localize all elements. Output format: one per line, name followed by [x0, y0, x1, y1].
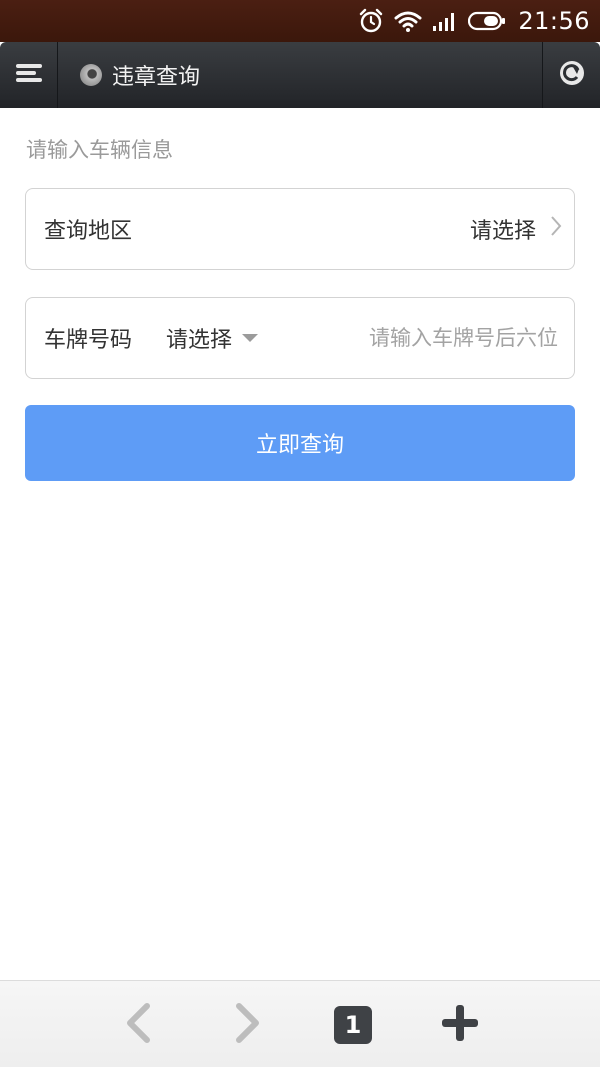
- tabs-button[interactable]: 1: [318, 981, 388, 1067]
- site-icon: [80, 64, 102, 86]
- back-button[interactable]: [103, 981, 173, 1067]
- signal-icon: [432, 10, 458, 32]
- plate-field: 车牌号码 请选择: [25, 297, 575, 379]
- plate-prefix-select[interactable]: 请选择: [166, 322, 259, 354]
- menu-button[interactable]: [0, 42, 58, 108]
- region-selector[interactable]: 查询地区 请选择: [25, 188, 575, 270]
- tabs-icon: 1: [334, 1005, 372, 1044]
- plate-number-input[interactable]: [328, 326, 558, 350]
- query-button[interactable]: 立即查询: [25, 405, 575, 481]
- bottom-nav-bar: 1: [0, 980, 600, 1067]
- status-bar: 21:56: [0, 0, 600, 42]
- battery-icon: [468, 11, 506, 31]
- forward-button[interactable]: [213, 981, 283, 1067]
- chevron-right-icon: [550, 215, 562, 243]
- browser-toolbar: 违章查询: [0, 42, 600, 108]
- plate-label: 车牌号码: [44, 328, 133, 353]
- refresh-icon: [558, 59, 586, 91]
- wifi-icon: [394, 10, 422, 32]
- back-icon: [125, 1002, 151, 1047]
- forward-icon: [235, 1002, 261, 1047]
- region-value[interactable]: 请选择: [470, 213, 574, 245]
- caret-down-icon: [242, 334, 259, 342]
- alarm-icon: [358, 8, 384, 34]
- region-label: 查询地区: [44, 219, 133, 244]
- refresh-button[interactable]: [542, 42, 600, 108]
- new-tab-button[interactable]: [425, 981, 495, 1067]
- region-value-text: 请选择: [469, 219, 536, 244]
- page-title: 违章查询: [112, 65, 201, 90]
- new-tab-icon: [440, 1003, 480, 1047]
- form-prompt: 请输入车辆信息: [26, 138, 173, 162]
- page-tab[interactable]: 违章查询: [58, 59, 542, 91]
- menu-icon: [15, 62, 43, 88]
- plate-prefix-text: 请选择: [166, 328, 233, 353]
- status-time: 21:56: [518, 7, 590, 35]
